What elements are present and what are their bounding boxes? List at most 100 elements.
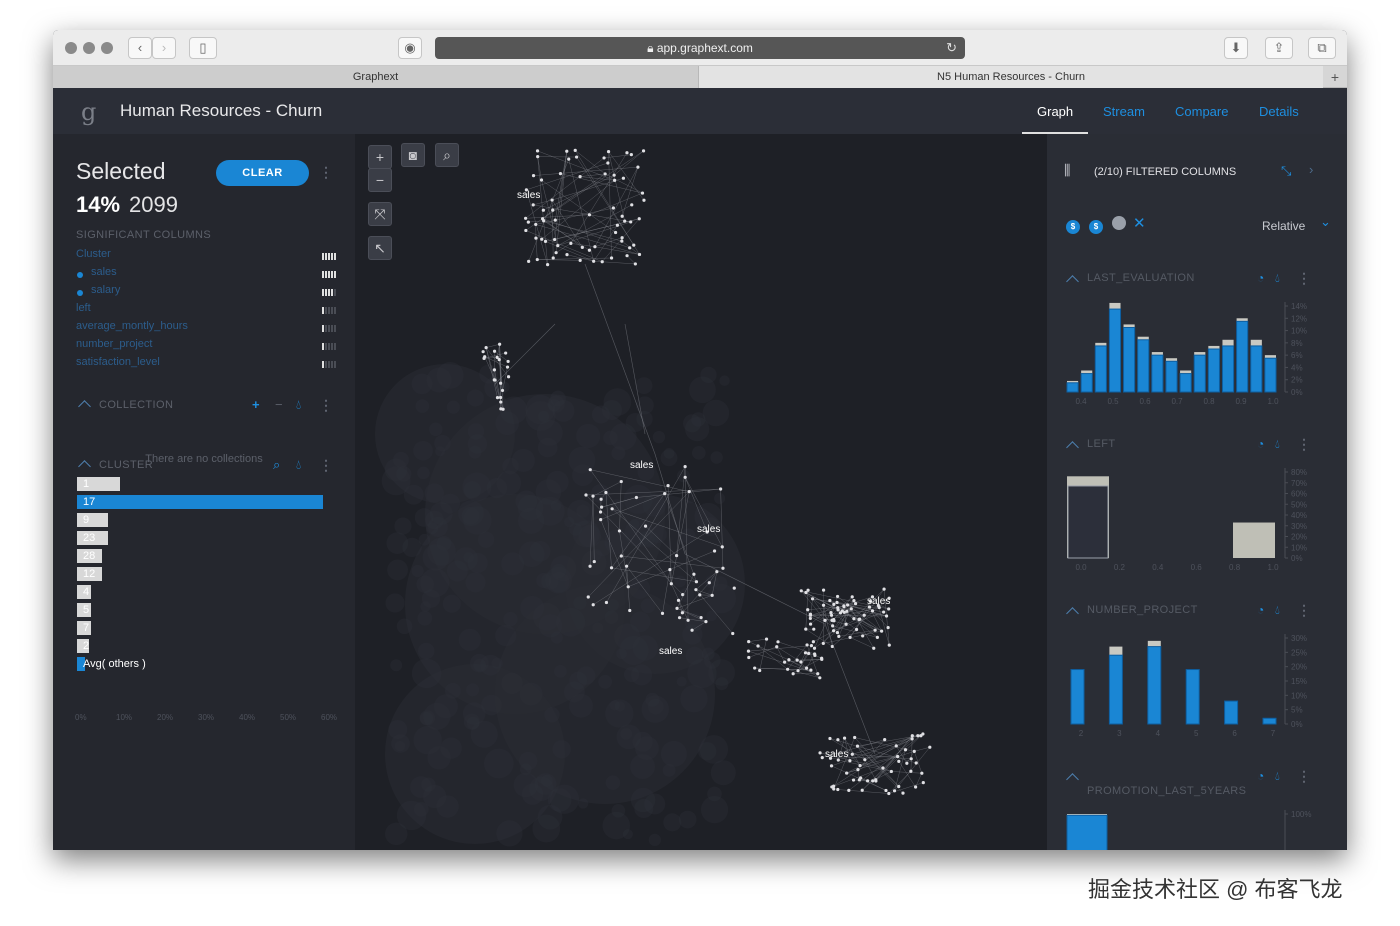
tab-graph[interactable]: Graph: [1037, 104, 1073, 119]
browser-tab-graphext[interactable]: Graphext: [53, 66, 699, 88]
chevron-down-icon[interactable]: ⌄: [1320, 214, 1331, 230]
x-tick-label: 0.5: [1107, 397, 1119, 406]
collection-collapse-icon[interactable]: [78, 400, 91, 413]
cluster-row[interactable]: 28: [77, 549, 323, 563]
share-icon[interactable]: ⇪: [1265, 37, 1293, 59]
sidebar-toggle-icon[interactable]: ▯: [189, 37, 217, 59]
significant-column-row[interactable]: Cluster: [76, 248, 338, 266]
filter-pill-sales[interactable]: $: [1066, 220, 1080, 234]
tab-details[interactable]: Details: [1259, 104, 1299, 119]
histogram-chart[interactable]: 30% 25% 20% 15% 10% 5% 0% 2 3 4 5 6 7: [1047, 598, 1347, 764]
zoom-out-button[interactable]: −: [368, 168, 392, 192]
graph-background-node: [699, 735, 729, 764]
graph-background-node: [385, 593, 405, 613]
tabs-overview-icon[interactable]: ⧉: [1308, 37, 1336, 59]
cluster-bar[interactable]: [77, 495, 323, 509]
graphext-logo[interactable]: g: [81, 98, 96, 126]
tab-stream[interactable]: Stream: [1103, 104, 1145, 119]
new-tab-button[interactable]: +: [1323, 66, 1347, 88]
remove-collection-icon[interactable]: −: [275, 397, 283, 412]
cluster-row[interactable]: 12: [77, 567, 323, 581]
cluster-color-drop-icon[interactable]: 💧︎: [296, 457, 301, 473]
zoom-window-button[interactable]: [101, 42, 113, 54]
graph-background-node: [538, 613, 563, 638]
cluster-bar[interactable]: [77, 513, 108, 527]
graph-node: [612, 173, 616, 177]
search-icon[interactable]: ⌕: [435, 143, 459, 167]
graph-node: [799, 589, 803, 593]
graph-background-node: [622, 829, 633, 840]
graph-node: [756, 644, 760, 648]
graph-node: [504, 351, 508, 355]
graph-node: [846, 603, 850, 607]
graph-edge: [537, 259, 581, 261]
relative-dropdown[interactable]: Relative: [1262, 219, 1305, 233]
expand-icon[interactable]: ⤡: [1281, 163, 1291, 179]
graph-node: [683, 465, 687, 469]
cluster-search-icon[interactable]: ⌕: [273, 457, 280, 473]
graph-node: [856, 768, 860, 772]
histogram-chart[interactable]: 100%80%: [1047, 764, 1347, 850]
graph-node: [881, 766, 885, 770]
graph-node: [889, 769, 893, 774]
graph-node: [660, 611, 665, 615]
color-drop-icon[interactable]: 💧︎: [296, 397, 301, 413]
cluster-menu-icon[interactable]: ⋮: [319, 457, 333, 474]
select-tool-icon[interactable]: ↖: [368, 236, 392, 260]
significant-column-row[interactable]: salary: [76, 284, 338, 302]
cluster-row[interactable]: 4: [77, 585, 323, 599]
significant-column-row[interactable]: left: [76, 302, 338, 320]
y-tick-label: 10%: [1291, 327, 1307, 336]
cluster-row[interactable]: 23: [77, 531, 323, 545]
shield-icon[interactable]: ◉: [398, 37, 422, 59]
significant-column-row[interactable]: satisfaction_level: [76, 356, 338, 374]
graph-node: [625, 151, 629, 155]
filter-pill-cluster[interactable]: [1112, 216, 1126, 230]
network-graph[interactable]: sales sales sales sales sales sales: [355, 134, 1047, 850]
graph-node: [698, 593, 702, 597]
tab-compare[interactable]: Compare: [1175, 104, 1228, 119]
add-collection-icon[interactable]: +: [252, 397, 260, 412]
graph-edge: [848, 733, 924, 791]
histogram-chart[interactable]: 14% 12% 10% 8% 6% 4% 2% 0% 0.4 0.5 0.6 0.7 0.8 0.9 1.0: [1047, 266, 1347, 432]
selection-menu-icon[interactable]: ⋮: [319, 164, 333, 181]
filter-pill-salary[interactable]: $: [1089, 220, 1103, 234]
cluster-row[interactable]: 1: [77, 477, 323, 491]
graph-background-node: [576, 666, 596, 685]
graph-node: [556, 244, 560, 248]
graph-node: [776, 640, 780, 644]
download-icon[interactable]: ⬇: [1224, 37, 1248, 59]
graph-node: [551, 256, 555, 260]
cluster-row[interactable]: Avg( others ): [77, 657, 323, 671]
graph-node: [871, 779, 875, 783]
cluster-row[interactable]: 9: [77, 513, 323, 527]
significant-column-row[interactable]: number_project: [76, 338, 338, 356]
graph-node-label: sales: [825, 749, 848, 760]
panel-next-icon[interactable]: ›: [1309, 162, 1313, 177]
clear-filters-icon[interactable]: ✕: [1133, 214, 1146, 232]
reload-icon[interactable]: ↻: [946, 37, 957, 59]
cluster-row[interactable]: 17: [77, 495, 323, 509]
cluster-label: 12: [83, 568, 96, 580]
forward-button[interactable]: ›: [152, 37, 176, 59]
graph-node: [851, 778, 856, 782]
minimize-window-button[interactable]: [83, 42, 95, 54]
address-bar[interactable]: 🔒︎ app.graphext.com ↻: [435, 37, 965, 59]
collection-menu-icon[interactable]: ⋮: [319, 397, 333, 414]
cluster-row[interactable]: 5: [77, 603, 323, 617]
clear-button[interactable]: CLEAR: [216, 160, 309, 186]
browser-tab-hr-churn[interactable]: N5 Human Resources - Churn: [699, 66, 1323, 88]
cluster-row[interactable]: 7: [77, 621, 323, 635]
cluster-row[interactable]: 2: [77, 639, 323, 653]
camera-icon[interactable]: ◙: [401, 143, 425, 167]
back-button[interactable]: ‹: [128, 37, 152, 59]
close-window-button[interactable]: [65, 42, 77, 54]
histogram-chart[interactable]: 80% 70% 60%50% 40% 30% 20%10% 0% 0.0 0.2 0.4 0.6 0.…: [1047, 432, 1347, 598]
graph-node: [835, 600, 839, 605]
significant-column-row[interactable]: average_montly_hours: [76, 320, 338, 338]
significant-column-row[interactable]: sales: [76, 266, 338, 284]
graph-canvas[interactable]: sales sales sales sales sales sales + − ◙ ⌕ ⤧…: [355, 134, 1047, 850]
zoom-in-button[interactable]: +: [368, 145, 392, 169]
fit-view-icon[interactable]: ⤧: [368, 202, 392, 226]
graph-node: [775, 645, 779, 649]
